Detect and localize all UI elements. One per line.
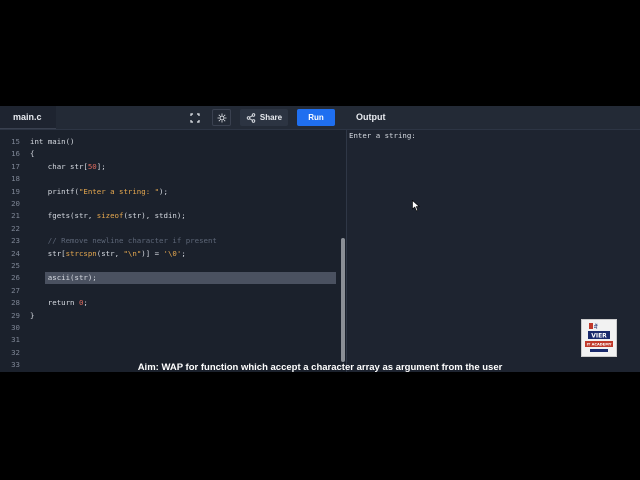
code-token: 50 [87,161,97,171]
code-editor[interactable]: 15 int main() 16{17 char str[50]; 18 19 prin… [0,130,346,372]
theme-toggle-button[interactable] [212,109,231,126]
code-line[interactable]: 22 [0,223,340,235]
line-number: 32 [11,347,20,357]
code-line[interactable]: 17 char str[50]; [0,161,340,173]
line-number: 27 [11,285,20,295]
line-code: { [30,148,34,160]
code-line[interactable]: 16 { [0,148,340,160]
line-number: 25 [11,261,20,270]
code-token: ; [181,248,186,258]
code-line[interactable]: 30 [0,322,340,334]
code-token: ); [159,186,168,196]
share-button[interactable]: Share [240,109,288,126]
code-token: ascii(str); [30,273,97,283]
line-number: 20 [11,199,20,208]
output-title: Output [356,112,386,122]
code-line[interactable]: 15 int main() [0,136,340,148]
code-token: ; [83,298,88,308]
code-line[interactable]: 31 [0,334,340,346]
line-number: 28 [11,298,20,308]
academy-logo: मैं VIER IT ACADEMY [581,319,617,357]
code-token: (str, [96,248,124,258]
line-number: 21 [11,211,20,221]
code-line[interactable]: 20 [0,198,340,210]
code-line[interactable]: 28 return 0; [0,297,340,309]
line-number: 24 [11,248,20,258]
code-line[interactable]: 24 str[strcspn(str, "\n")] = '\0'; [0,248,340,260]
code-token: ]; [96,161,106,171]
line-number: 30 [11,323,20,332]
line-number: 15 [11,137,20,146]
code-line[interactable]: 32 [0,347,340,359]
code-token: main() [47,137,75,146]
line-code: // Remove newline character if present [30,235,217,247]
line-code: } [30,310,34,322]
toolbar: main.c Share Run Output [0,106,640,130]
line-number: 29 [11,310,20,320]
code-token: } [30,310,35,320]
code-line[interactable]: 26 ascii(str); [0,272,340,285]
code-token: sizeof [96,211,124,221]
video-caption: Aim: WAP for function which accept a cha… [137,362,503,373]
code-token: fgets(str, [30,211,97,221]
code-token: str[ [30,248,66,258]
code-line[interactable]: 21 fgets(str, sizeof(str), stdin); [0,210,340,222]
code-token: strcspn [65,248,97,258]
code-line[interactable]: 23 // Remove newline character if presen… [0,235,340,247]
code-line[interactable]: 19 printf("Enter a string: "); [0,186,340,198]
panel-divider[interactable] [346,130,347,372]
academy-logo-icon: मैं VIER IT ACADEMY [585,323,613,352]
code-line[interactable]: 18 [0,173,340,185]
run-button[interactable]: Run [297,109,335,126]
code-token: '\0' [163,248,182,258]
line-code: return 0; [30,297,88,309]
code-line[interactable]: 25 [0,260,340,272]
line-code: fgets(str, sizeof(str), stdin); [30,210,186,222]
line-number: 17 [11,161,20,171]
line-number: 18 [11,174,20,184]
line-number: 31 [11,335,20,345]
logo-bottom-text: IT ACADEMY [587,343,612,347]
code-token: (str), stdin); [123,211,186,221]
code-token: "\n" [123,248,142,258]
file-tab[interactable]: main.c [0,106,56,129]
code-line[interactable]: 29} [0,310,340,322]
line-code: str[strcspn(str, "\n")] = '\0'; [30,248,186,260]
code-token: char str[ [30,161,88,171]
code-token: printf( [30,186,79,196]
logo-middle-text: VIER [591,333,607,340]
share-icon [246,112,256,123]
editor-scrollbar[interactable] [341,238,345,362]
line-code: printf("Enter a string: "); [30,186,168,198]
line-number: 22 [11,223,20,233]
code-token: )] = [141,248,164,258]
share-label: Share [259,113,283,122]
line-number: 26 [11,273,20,283]
code-token: return [30,298,79,308]
line-code: int main() [30,136,75,148]
output-text: Enter a string: [349,131,416,140]
code-token: int [30,137,48,146]
code-token: "Enter a string: " [78,186,160,196]
line-number: 16 [11,149,20,159]
line-number: 19 [11,186,20,196]
line-code: ascii(str); [30,272,97,284]
sun-icon [217,113,226,122]
mouse-cursor-icon [412,200,420,212]
logo-top-text: मैं [594,323,598,331]
fullscreen-button[interactable] [186,109,204,126]
fullscreen-icon [190,112,200,123]
code-line[interactable]: 27 [0,285,340,297]
line-number: 23 [11,236,20,246]
line-code: char str[50]; [30,161,106,173]
code-token: // Remove newline character if present [30,236,217,246]
compiler-app: main.c Share Run Output 15 int main() 16{1 [0,106,640,372]
code-token: { [30,149,35,159]
